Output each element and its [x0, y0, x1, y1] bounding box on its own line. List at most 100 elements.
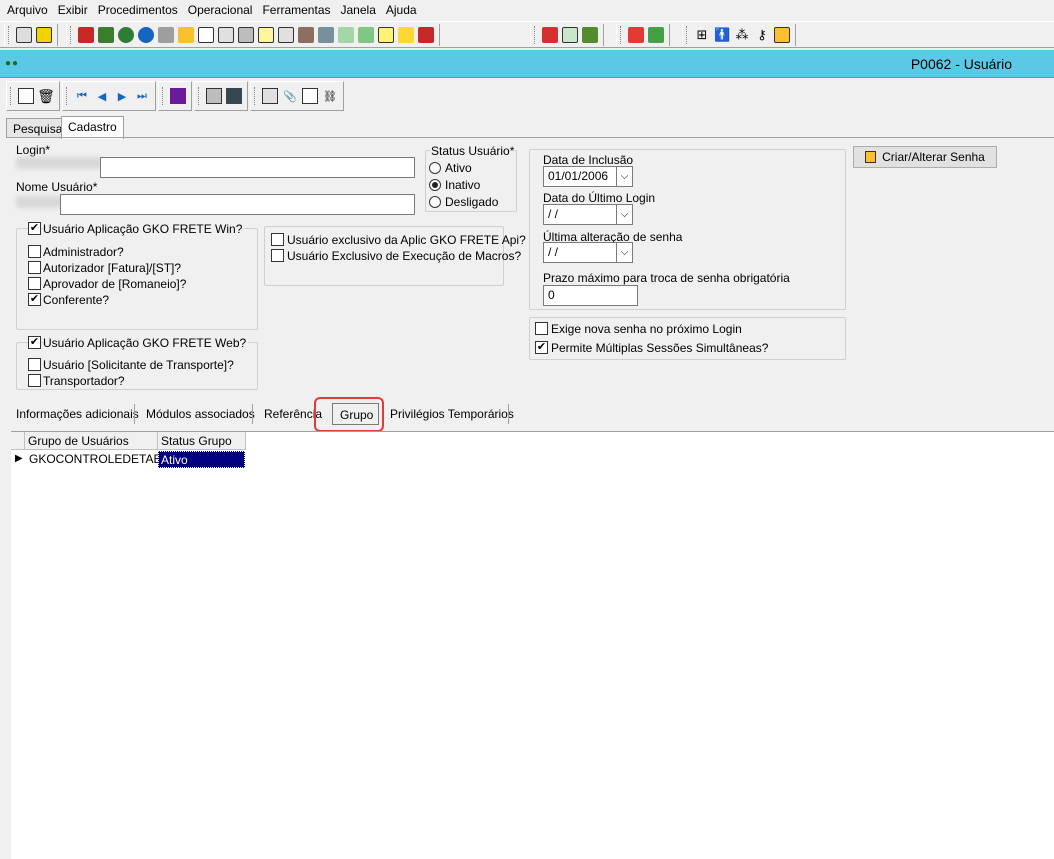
tab-pesquisa[interactable]: Pesquisa — [6, 118, 70, 138]
conferente-checkbox[interactable]: ✔ — [28, 293, 41, 306]
api-exclusive-checkbox[interactable] — [271, 233, 284, 246]
solicitante-checkbox[interactable] — [28, 358, 41, 371]
edit-document-icon[interactable] — [238, 27, 254, 43]
users-group-icon[interactable]: ⁂ — [734, 27, 750, 43]
report-icon[interactable] — [298, 27, 314, 43]
grid-header-status[interactable]: Status Grupo — [158, 432, 246, 450]
toolbar-grip[interactable] — [254, 87, 257, 105]
org-chart-icon[interactable]: ⊞ — [694, 27, 710, 43]
web-app-checkbox[interactable]: ✔ — [28, 336, 41, 349]
book-icon[interactable] — [418, 27, 434, 43]
map-icon[interactable] — [98, 27, 114, 43]
grupo-grid[interactable] — [11, 431, 1054, 859]
subtab-privilegios-temporarios[interactable]: Privilégios Temporários — [390, 407, 514, 421]
criar-alterar-senha-button[interactable]: Criar/Alterar Senha — [853, 146, 997, 168]
save-icon[interactable] — [226, 88, 242, 104]
menu-janela[interactable]: Janela — [336, 3, 381, 17]
validate-icon[interactable] — [648, 27, 664, 43]
data-ultimo-login-label: Data do Último Login — [543, 191, 656, 205]
toolbar-grip[interactable] — [620, 26, 623, 44]
toolbar-grip[interactable] — [162, 87, 165, 105]
globe-icon[interactable] — [138, 27, 154, 43]
status-inativo-radio[interactable] — [429, 179, 441, 191]
trash-icon[interactable]: 🗑 — [37, 88, 55, 104]
truck-icon[interactable] — [78, 27, 94, 43]
stack-icon[interactable] — [318, 27, 334, 43]
permite-multiplas-checkbox[interactable]: ✔ — [535, 341, 548, 354]
grid-tool-icon[interactable] — [338, 27, 354, 43]
puzzle-icon[interactable] — [358, 27, 374, 43]
grid-cell-status[interactable]: Ativo — [158, 451, 245, 468]
new-document-icon[interactable] — [18, 88, 34, 104]
approve-check-icon[interactable] — [628, 27, 644, 43]
macro-exclusive-label: Usuário Exclusivo de Execução de Macros? — [287, 249, 522, 263]
data-ultimo-login-dropdown[interactable]: ⌵ — [616, 204, 633, 225]
toolbar-grip[interactable] — [70, 26, 73, 44]
cash-icon[interactable] — [562, 27, 578, 43]
toolbar-grip[interactable] — [686, 26, 689, 44]
tools-icon[interactable] — [398, 27, 414, 43]
table-icon[interactable] — [378, 27, 394, 43]
menu-exibir[interactable]: Exibir — [53, 3, 93, 17]
data-inclusao-input[interactable]: 01/01/2006 — [543, 166, 618, 187]
form-icon[interactable] — [218, 27, 234, 43]
subtab-informacoes-adicionais[interactable]: Informações adicionais — [16, 407, 139, 421]
menu-ferramentas[interactable]: Ferramentas — [257, 3, 335, 17]
last-record-icon[interactable]: ⏭ — [134, 88, 150, 104]
data-ultimo-login-input[interactable]: / / — [543, 204, 618, 225]
exit-door-icon[interactable] — [36, 27, 52, 43]
grid-cell-grupo[interactable]: GKOCONTROLEDETABELAS — [27, 451, 158, 468]
key-icon[interactable]: ⚷ — [754, 27, 770, 43]
login-input[interactable] — [100, 157, 415, 178]
chevron-down-icon: ⌵ — [620, 247, 629, 258]
aprovador-checkbox[interactable] — [28, 277, 41, 290]
next-record-icon[interactable]: ▶ — [114, 88, 130, 104]
conferente-label: Conferente? — [43, 293, 110, 307]
macro-exclusive-checkbox[interactable] — [271, 249, 284, 262]
money-bag-icon[interactable] — [118, 27, 134, 43]
toolbar-grip[interactable] — [198, 87, 201, 105]
grid-header-grupo[interactable]: Grupo de Usuários — [25, 432, 158, 450]
tab-cadastro[interactable]: Cadastro — [61, 116, 124, 139]
menu-ajuda[interactable]: Ajuda — [381, 3, 422, 17]
previous-record-icon[interactable]: ◀ — [94, 88, 110, 104]
checklist-report-icon[interactable] — [302, 88, 318, 104]
calculator-icon[interactable] — [278, 27, 294, 43]
copy-document-icon[interactable] — [206, 88, 222, 104]
ultima-alteracao-input[interactable]: / / — [543, 242, 618, 263]
print-icon[interactable] — [262, 88, 278, 104]
print-icon[interactable] — [16, 27, 32, 43]
transportador-checkbox[interactable] — [28, 374, 41, 387]
nome-usuario-input[interactable] — [60, 194, 415, 215]
data-inclusao-dropdown[interactable]: ⌵ — [616, 166, 633, 187]
exige-nova-senha-checkbox[interactable] — [535, 322, 548, 335]
first-record-icon[interactable]: ⏮ — [74, 88, 90, 104]
toolbar-grip[interactable] — [66, 87, 69, 105]
menu-operacional[interactable]: Operacional — [183, 3, 258, 17]
window-titlebar: ●● P0062 - Usuário — [0, 50, 1054, 78]
menu-arquivo[interactable]: Arquivo — [2, 3, 53, 17]
prazo-input[interactable]: 0 — [543, 285, 638, 306]
envelope-icon[interactable] — [198, 27, 214, 43]
menu-procedimentos[interactable]: Procedimentos — [93, 3, 183, 17]
clipboard-icon[interactable] — [258, 27, 274, 43]
toolbar-grip[interactable] — [10, 87, 13, 105]
lock-icon[interactable] — [774, 27, 790, 43]
person-icon[interactable]: 🚹 — [714, 27, 730, 43]
route-map-icon[interactable] — [582, 27, 598, 43]
paperclip-icon[interactable]: 📎 — [282, 88, 298, 104]
autorizador-checkbox[interactable] — [28, 261, 41, 274]
subtab-modulos-associados[interactable]: Módulos associados — [146, 407, 255, 421]
checklist-icon[interactable] — [158, 27, 174, 43]
win-app-checkbox[interactable]: ✔ — [28, 222, 41, 235]
administrador-checkbox[interactable] — [28, 245, 41, 258]
document-pen-icon[interactable] — [178, 27, 194, 43]
filter-icon[interactable] — [170, 88, 186, 104]
status-desligado-radio[interactable] — [429, 196, 441, 208]
ultima-alteracao-dropdown[interactable]: ⌵ — [616, 242, 633, 263]
link-icon[interactable]: ⛓ — [322, 88, 338, 104]
toolbar-grip[interactable] — [534, 26, 537, 44]
toolbar-grip[interactable] — [8, 26, 11, 44]
status-ativo-radio[interactable] — [429, 162, 441, 174]
delivery-truck-icon[interactable] — [542, 27, 558, 43]
